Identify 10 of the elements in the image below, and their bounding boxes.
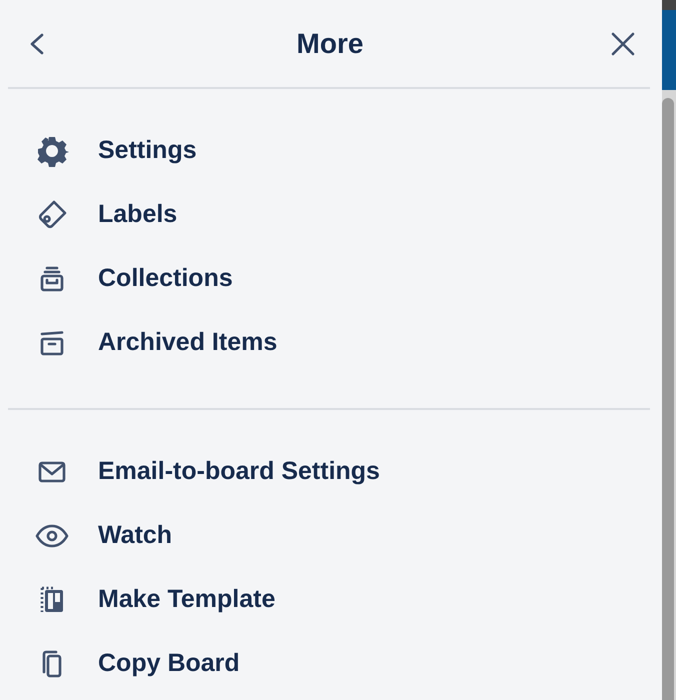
menu-item[interactable]: Settings [0, 119, 197, 183]
menu-item[interactable]: Archived Items [0, 311, 278, 375]
menu-item[interactable]: Collections [0, 247, 233, 311]
menu-item[interactable]: Labels [0, 183, 178, 247]
menu-item[interactable]: Make Template [0, 568, 276, 632]
menu-item[interactable]: Copy Board [0, 632, 240, 696]
close-button[interactable] [610, 30, 636, 56]
menu-item[interactable]: Watch [0, 504, 172, 568]
menu-item[interactable]: Email-to-board Settings [0, 440, 380, 504]
panel-title: More [296, 26, 364, 60]
